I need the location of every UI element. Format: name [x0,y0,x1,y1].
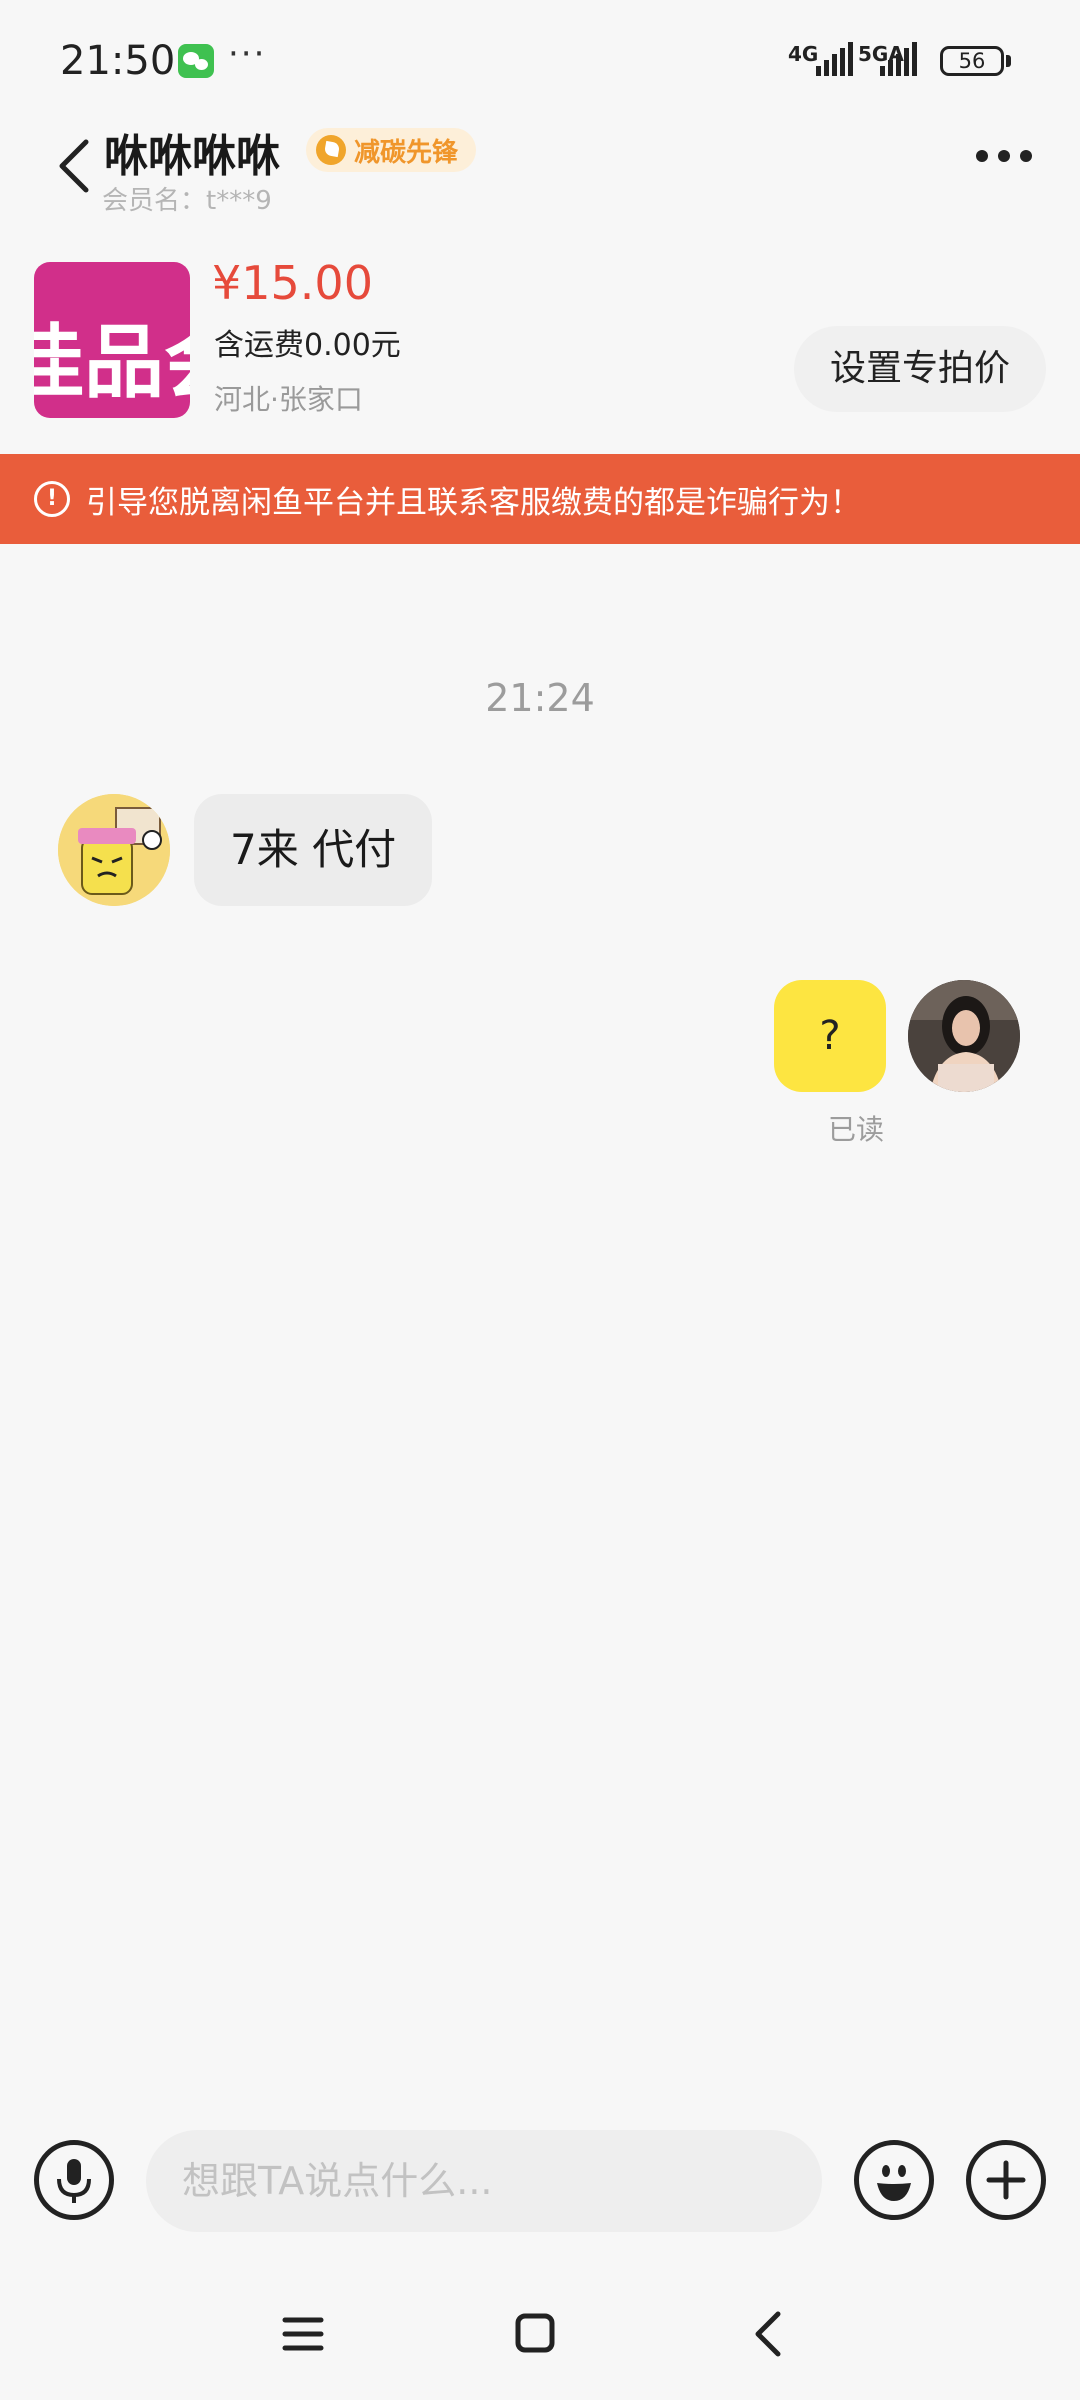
badge-label: 减碳先锋 [354,137,459,168]
leaf-icon [316,135,346,165]
cartoon-avatar-icon [58,794,170,906]
product-thumb-text: 佳品会 [34,316,190,409]
product-location: 河北·张家口 [214,383,363,416]
alert-icon: ! [34,481,70,517]
back-arrow-icon[interactable] [48,136,108,196]
nav-back-icon[interactable] [748,2310,788,2358]
outgoing-message-bubble[interactable]: ? [774,980,886,1092]
read-status: 已读 [828,1113,885,1146]
set-special-price-button[interactable]: 设置专拍价 [794,326,1046,412]
chat-title: 咻咻咻咻 [104,131,280,182]
product-thumbnail[interactable]: 佳品会 [34,262,190,418]
signal-icon [816,42,853,76]
voice-input-button[interactable] [34,2140,114,2220]
carbon-badge: 减碳先锋 [306,128,477,172]
emoji-icon [877,2165,911,2201]
member-name: 会员名：t***9 [102,186,272,216]
fraud-warning-banner: ! 引导您脱离闲鱼平台并且联系客服缴费的都是诈骗行为！ [0,454,1080,544]
status-more-indicator: ··· [228,34,267,74]
incoming-message-bubble[interactable]: 7来 代付 [194,794,433,906]
microphone-icon [57,2159,91,2203]
shipping-fee: 含运费0.00元 [214,328,401,363]
avatar[interactable] [58,794,170,906]
product-price: ¥15.00 [212,256,373,310]
nav-home-icon[interactable] [514,2312,556,2354]
network-type-label: 4G [788,42,819,66]
photo-avatar-icon [908,980,1020,1092]
emoji-button[interactable] [854,2140,934,2220]
signal-icon-2 [880,42,917,76]
message-input[interactable] [146,2130,822,2232]
my-avatar[interactable] [908,980,1020,1092]
wechat-icon [178,44,214,78]
more-options-icon[interactable] [976,150,1032,162]
status-time: 21:50 [60,38,176,84]
nav-menu-icon[interactable] [282,2314,324,2354]
message-timestamp: 21:24 [485,676,595,720]
battery-tip-icon [1006,55,1011,67]
battery-indicator: 56 [940,46,1004,76]
warning-text: 引导您脱离闲鱼平台并且联系客服缴费的都是诈骗行为！ [86,484,861,521]
more-actions-button[interactable] [966,2140,1046,2220]
plus-icon [986,2160,1026,2200]
